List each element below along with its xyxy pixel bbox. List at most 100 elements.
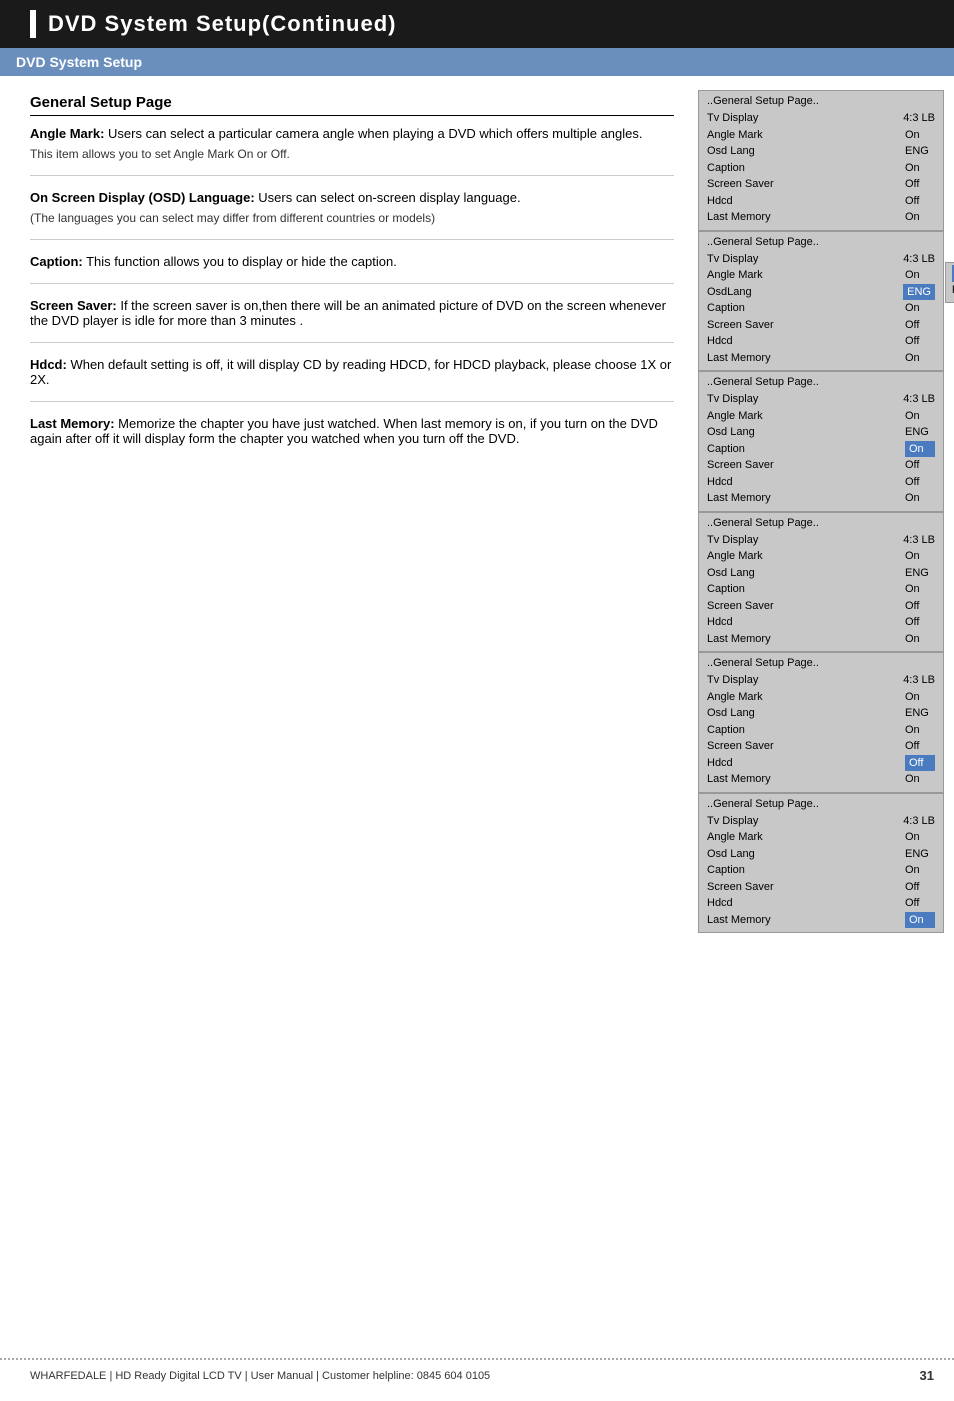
- osd-row-value-1-1: On: [905, 267, 935, 284]
- osd-row-value-3-0: 4:3 LB: [903, 532, 935, 549]
- osd-row-label-1-5: Hdcd: [707, 333, 787, 350]
- osd-row-label-1-2: OsdLang: [707, 284, 787, 301]
- feature-title-osd-lang: On Screen Display (OSD) Language:: [30, 190, 255, 205]
- osd-row-value-1-6: On: [905, 350, 935, 367]
- osd-row-value-4-2: ENG: [905, 705, 935, 722]
- osd-row-label-0-1: Angle Mark: [707, 127, 787, 144]
- section-heading: General Setup Page: [30, 94, 674, 116]
- feature-title-hdcd: Hdcd:: [30, 357, 67, 372]
- osd-row-value-2-6: On: [905, 490, 935, 507]
- osd-row-value-5-4: Off: [905, 879, 935, 896]
- section-bar: DVD System Setup: [0, 48, 954, 76]
- osd-row-label-2-2: Osd Lang: [707, 424, 787, 441]
- osd-row-value-2-1: On: [905, 408, 935, 425]
- osd-row-value-1-4: Off: [905, 317, 935, 334]
- osd-row-value-1-3: On: [905, 300, 935, 317]
- osd-row-label-5-0: Tv Display: [707, 813, 787, 830]
- osd-row-label-4-5: Hdcd: [707, 755, 787, 772]
- osd-row-value-2-3: On: [905, 441, 935, 458]
- osd-submenu-panel-2: EnglishFrench: [945, 262, 954, 303]
- feature-text-screen-saver: Screen Saver: If the screen saver is on,…: [30, 298, 674, 328]
- osd-row-2-5: Hdcd Off: [707, 474, 935, 491]
- osd-wrapper-panel-5: ..General Setup Page.. Tv Display 4:3 LB…: [698, 652, 944, 793]
- osd-row-value-1-2: ENG: [903, 284, 935, 301]
- osd-panel-title-panel-2: ..General Setup Page..: [707, 236, 935, 248]
- osd-row-value-0-4: Off: [905, 176, 935, 193]
- osd-row-2-6: Last Memory On: [707, 490, 935, 507]
- osd-panel-title-panel-6: ..General Setup Page..: [707, 798, 935, 810]
- osd-row-label-0-5: Hdcd: [707, 193, 787, 210]
- feature-desc-osd-lang: Users can select on-screen display langu…: [255, 190, 521, 205]
- osd-wrapper-panel-3: ..General Setup Page.. Tv Display 4:3 LB…: [698, 371, 944, 512]
- osd-row-0-5: Hdcd Off: [707, 193, 935, 210]
- feature-block-screen-saver: Screen Saver: If the screen saver is on,…: [30, 298, 674, 343]
- osd-row-4-5: Hdcd Off: [707, 755, 935, 772]
- feature-blocks: Angle Mark: Users can select a particula…: [30, 126, 674, 460]
- osd-row-label-3-3: Caption: [707, 581, 787, 598]
- feature-desc-last-memory: Memorize the chapter you have just watch…: [30, 416, 658, 446]
- osd-row-value-4-4: Off: [905, 738, 935, 755]
- feature-block-angle-mark: Angle Mark: Users can select a particula…: [30, 126, 674, 176]
- osd-row-5-3: Caption On: [707, 862, 935, 879]
- osd-row-label-2-1: Angle Mark: [707, 408, 787, 425]
- osd-row-5-1: Angle Mark On: [707, 829, 935, 846]
- osd-row-label-0-0: Tv Display: [707, 110, 787, 127]
- osd-row-value-0-0: 4:3 LB: [903, 110, 935, 127]
- osd-row-value-2-2: ENG: [905, 424, 935, 441]
- osd-panel-panel-4: ..General Setup Page.. Tv Display 4:3 LB…: [698, 512, 944, 653]
- osd-row-label-1-3: Caption: [707, 300, 787, 317]
- osd-row-value-5-0: 4:3 LB: [903, 813, 935, 830]
- osd-row-label-5-5: Hdcd: [707, 895, 787, 912]
- osd-row-label-1-0: Tv Display: [707, 251, 787, 268]
- osd-panel-title-panel-3: ..General Setup Page..: [707, 376, 935, 388]
- osd-row-3-2: Osd Lang ENG: [707, 565, 935, 582]
- osd-row-label-5-4: Screen Saver: [707, 879, 787, 896]
- osd-row-3-3: Caption On: [707, 581, 935, 598]
- osd-row-value-1-0: 4:3 LB: [903, 251, 935, 268]
- osd-row-label-0-3: Caption: [707, 160, 787, 177]
- osd-row-label-3-4: Screen Saver: [707, 598, 787, 615]
- osd-row-3-5: Hdcd Off: [707, 614, 935, 631]
- osd-row-value-4-6: On: [905, 771, 935, 788]
- osd-row-label-1-4: Screen Saver: [707, 317, 787, 334]
- osd-row-label-4-0: Tv Display: [707, 672, 787, 689]
- feature-desc-caption: This function allows you to display or h…: [83, 254, 397, 269]
- osd-row-4-2: Osd Lang ENG: [707, 705, 935, 722]
- osd-row-0-6: Last Memory On: [707, 209, 935, 226]
- osd-row-value-2-0: 4:3 LB: [903, 391, 935, 408]
- osd-wrapper-panel-4: ..General Setup Page.. Tv Display 4:3 LB…: [698, 512, 944, 653]
- section-bar-label: DVD System Setup: [16, 54, 142, 70]
- osd-row-0-3: Caption On: [707, 160, 935, 177]
- osd-row-4-4: Screen Saver Off: [707, 738, 935, 755]
- osd-row-4-1: Angle Mark On: [707, 689, 935, 706]
- footer-brand: WHARFEDALE | HD Ready Digital LCD TV | U…: [30, 1370, 920, 1382]
- feature-title-angle-mark: Angle Mark:: [30, 126, 104, 141]
- feature-text-caption: Caption: This function allows you to dis…: [30, 254, 674, 269]
- osd-row-value-4-3: On: [905, 722, 935, 739]
- osd-panel-panel-3: ..General Setup Page.. Tv Display 4:3 LB…: [698, 371, 944, 512]
- osd-row-label-2-5: Hdcd: [707, 474, 787, 491]
- osd-row-1-6: Last Memory On: [707, 350, 935, 367]
- feature-text-hdcd: Hdcd: When default setting is off, it wi…: [30, 357, 674, 387]
- osd-row-4-3: Caption On: [707, 722, 935, 739]
- osd-row-2-0: Tv Display 4:3 LB: [707, 391, 935, 408]
- osd-row-label-1-1: Angle Mark: [707, 267, 787, 284]
- feature-desc-screen-saver: If the screen saver is on,then there wil…: [30, 298, 666, 328]
- footer-page-number: 31: [920, 1368, 934, 1383]
- osd-row-3-6: Last Memory On: [707, 631, 935, 648]
- feature-note-osd-lang: (The languages you can select may differ…: [30, 211, 674, 225]
- feature-block-osd-lang: On Screen Display (OSD) Language: Users …: [30, 190, 674, 240]
- osd-panels: ..General Setup Page.. Tv Display 4:3 LB…: [698, 90, 944, 933]
- osd-row-label-0-2: Osd Lang: [707, 143, 787, 160]
- feature-desc-hdcd: When default setting is off, it will dis…: [30, 357, 671, 387]
- feature-block-hdcd: Hdcd: When default setting is off, it wi…: [30, 357, 674, 402]
- osd-row-0-2: Osd Lang ENG: [707, 143, 935, 160]
- feature-block-last-memory: Last Memory: Memorize the chapter you ha…: [30, 416, 674, 460]
- osd-wrapper-panel-1: ..General Setup Page.. Tv Display 4:3 LB…: [698, 90, 944, 231]
- osd-row-label-0-6: Last Memory: [707, 209, 787, 226]
- feature-title-last-memory: Last Memory:: [30, 416, 115, 431]
- osd-row-label-3-2: Osd Lang: [707, 565, 787, 582]
- osd-row-label-2-0: Tv Display: [707, 391, 787, 408]
- osd-row-value-0-5: Off: [905, 193, 935, 210]
- feature-text-angle-mark: Angle Mark: Users can select a particula…: [30, 126, 674, 141]
